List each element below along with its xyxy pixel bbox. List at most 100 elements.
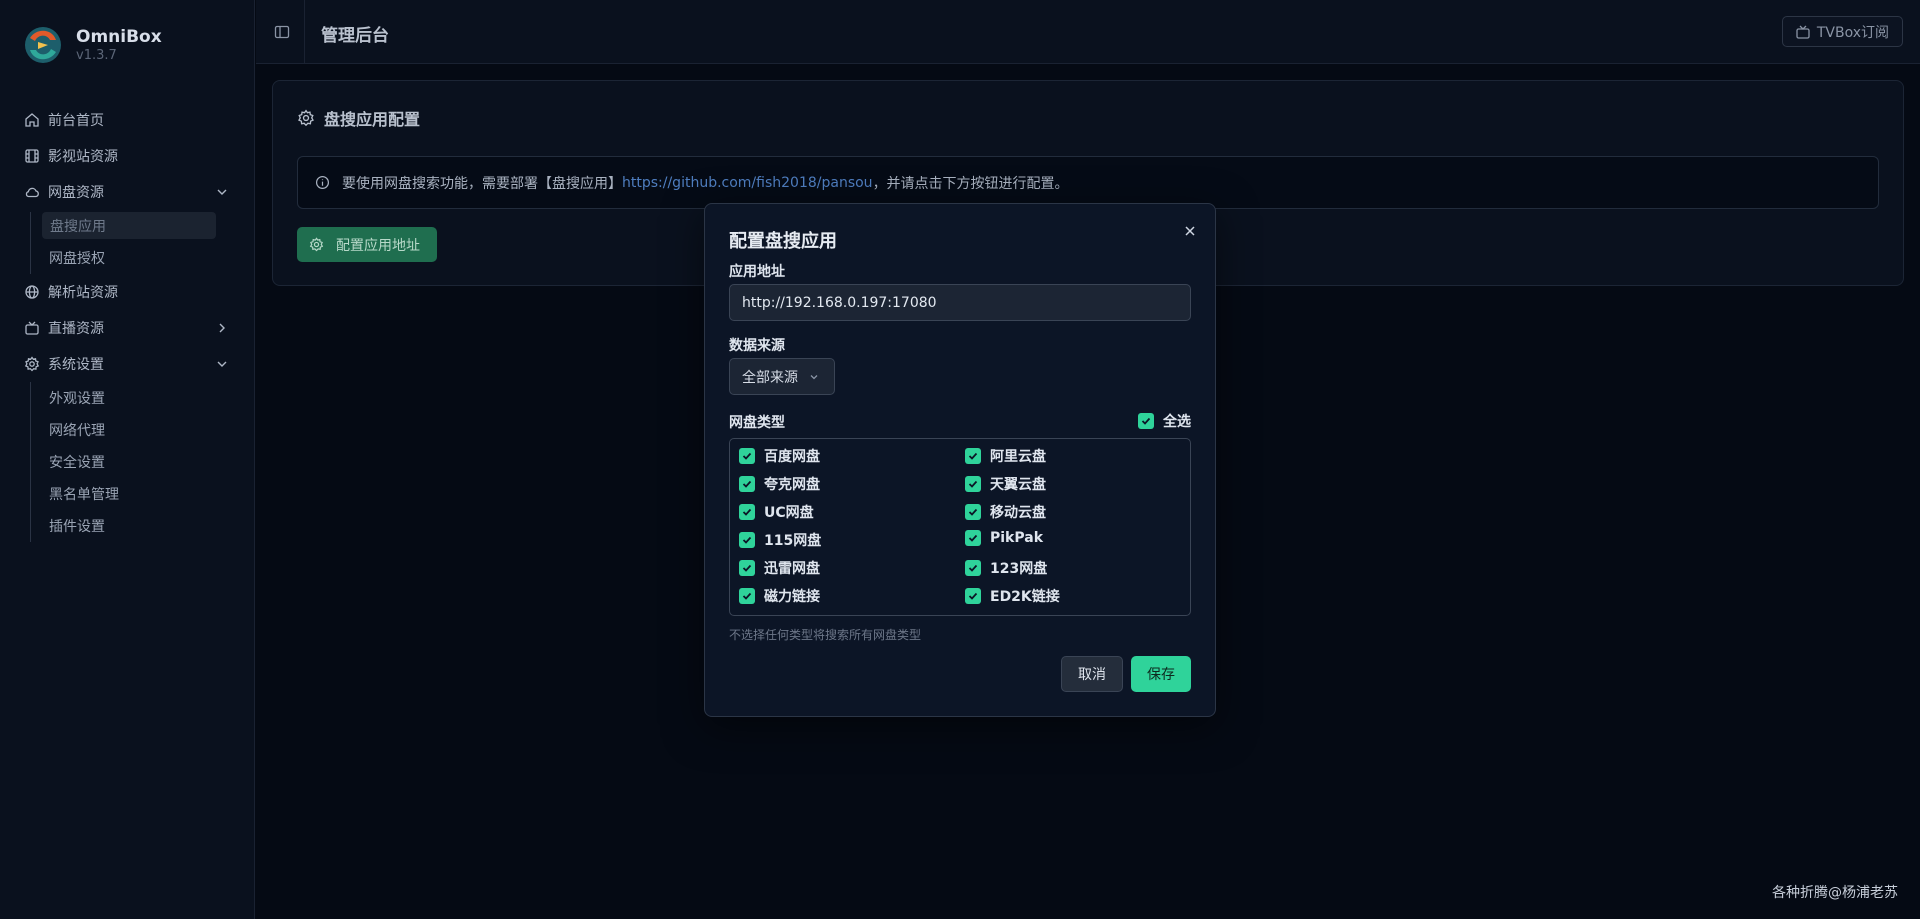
tv-icon [24, 320, 40, 336]
drive-type-label: 移动云盘 [990, 505, 1046, 521]
drive-type-label: 115网盘 [764, 533, 822, 549]
sidebar-item-label: 安全设置 [49, 455, 105, 471]
globe-icon [24, 284, 40, 300]
drive-type-checkbox[interactable]: PikPak [965, 530, 1043, 546]
sidebar-item-settings[interactable]: 系统设置 [0, 346, 255, 382]
drive-type-checkbox[interactable]: 磁力链接 [739, 586, 820, 606]
sidebar-item-proxy[interactable]: 网络代理 [31, 414, 255, 446]
sidebar-item-drive-auth[interactable]: 网盘授权 [31, 242, 255, 274]
data-source-select[interactable]: 全部来源 [729, 358, 835, 395]
tvbox-label: TVBox订阅 [1816, 24, 1889, 41]
sidebar-item-label: 网络代理 [49, 423, 105, 439]
top-header: 管理后台 TVBox订阅 [256, 0, 1920, 64]
brand-name: OmniBox [76, 27, 162, 47]
sidebar-item-home[interactable]: 前台首页 [0, 102, 255, 138]
omnibox-logo [25, 27, 61, 63]
drive-type-label: 百度网盘 [764, 449, 820, 465]
drive-type-checkbox[interactable]: 迅雷网盘 [739, 558, 820, 578]
drive-type-label: PikPak [990, 530, 1044, 546]
check-icon [1138, 413, 1154, 429]
header-divider [304, 0, 305, 64]
chevron-down-icon [217, 189, 227, 195]
types-label: 网盘类型 [729, 415, 785, 431]
check-icon [965, 560, 981, 576]
film-icon [24, 148, 40, 164]
drive-type-checkbox[interactable]: 123网盘 [965, 558, 1047, 578]
sidebar-item-label: 解析站资源 [48, 285, 118, 301]
sidebar-item-cloud-drives[interactable]: 网盘资源 [0, 174, 255, 210]
drive-type-checkbox[interactable]: UC网盘 [739, 502, 814, 522]
drive-type-checkbox[interactable]: 天翼云盘 [965, 474, 1046, 494]
check-icon [965, 448, 981, 464]
check-icon [739, 560, 755, 576]
chevron-right-icon [219, 323, 225, 333]
check-icon [739, 532, 755, 548]
check-icon [739, 588, 755, 604]
info-icon [315, 175, 330, 190]
tvbox-subscribe-button[interactable]: TVBox订阅 [1781, 16, 1903, 47]
drive-type-label: 迅雷网盘 [764, 561, 820, 577]
pansou-github-link[interactable]: https://github.com/fish2018/pansou [622, 175, 873, 191]
configure-button-label: 配置应用地址 [336, 237, 420, 254]
page-title: 管理后台 [321, 26, 389, 46]
sidebar-item-label: 网盘资源 [48, 185, 104, 201]
cloud-icon [24, 184, 40, 200]
chevron-down-icon [810, 374, 818, 379]
drive-type-checkbox[interactable]: 夸克网盘 [739, 474, 820, 494]
cancel-button[interactable]: 取消 [1061, 656, 1123, 692]
tv-icon [1796, 25, 1810, 39]
sidebar: OmniBox v1.3.7 前台首页 影视站资源 网盘资源 盘搜应用 网盘授权… [0, 0, 255, 919]
sidebar-item-video-sites[interactable]: 影视站资源 [0, 138, 255, 174]
select-all-checkbox[interactable]: 全选 [1138, 411, 1191, 431]
check-icon [965, 504, 981, 520]
sidebar-item-label: 盘搜应用 [50, 218, 106, 235]
check-icon [739, 448, 755, 464]
sidebar-item-appearance[interactable]: 外观设置 [31, 382, 255, 414]
app-url-input[interactable] [729, 284, 1191, 321]
gear-icon [309, 237, 324, 252]
sidebar-nav: 前台首页 影视站资源 网盘资源 盘搜应用 网盘授权 解析站资源 直播资源 系统设… [0, 102, 255, 542]
drive-type-checkbox[interactable]: 移动云盘 [965, 502, 1046, 522]
drive-type-label: ED2K链接 [990, 589, 1060, 605]
sidebar-item-label: 影视站资源 [48, 149, 118, 165]
settings-submenu: 外观设置 网络代理 安全设置 黑名单管理 插件设置 [30, 382, 255, 542]
drive-types-list: 百度网盘 阿里云盘夸克网盘 天翼云盘 UC网盘 移动云盘 115网盘 PikPak 迅雷网盘 1… [729, 438, 1191, 616]
drive-type-checkbox[interactable]: ED2K链接 [965, 586, 1060, 606]
sidebar-item-plugins[interactable]: 插件设置 [31, 510, 255, 542]
close-icon[interactable] [1183, 224, 1197, 238]
sidebar-item-label: 黑名单管理 [49, 487, 119, 503]
alert-text-prefix: 要使用网盘搜索功能，需要部署【盘搜应用】 [342, 175, 622, 192]
sidebar-item-label: 插件设置 [49, 519, 105, 535]
url-label: 应用地址 [729, 264, 785, 280]
sidebar-item-label: 网盘授权 [49, 251, 105, 267]
dialog-title: 配置盘搜应用 [729, 231, 837, 252]
sidebar-item-label: 前台首页 [48, 113, 104, 129]
drive-type-label: 阿里云盘 [990, 449, 1046, 465]
types-hint: 不选择任何类型将搜索所有网盘类型 [729, 628, 922, 642]
sidebar-item-parse-sites[interactable]: 解析站资源 [0, 274, 255, 310]
configure-app-url-button[interactable]: 配置应用地址 [297, 227, 437, 262]
drive-type-checkbox[interactable]: 百度网盘 [739, 446, 820, 466]
brand-version: v1.3.7 [76, 48, 117, 63]
chevron-down-icon [217, 361, 227, 367]
sidebar-toggle-icon[interactable] [274, 24, 290, 40]
cloud-drives-submenu: 盘搜应用 网盘授权 [30, 212, 255, 274]
drive-type-checkbox[interactable]: 115网盘 [739, 530, 821, 550]
watermark: 各种折腾@杨浦老苏 [1772, 885, 1898, 901]
sidebar-item-security[interactable]: 安全设置 [31, 446, 255, 478]
sidebar-item-blacklist[interactable]: 黑名单管理 [31, 478, 255, 510]
gear-icon [24, 356, 40, 372]
gear-icon [298, 109, 314, 127]
data-source-value: 全部来源 [742, 369, 798, 386]
drive-type-checkbox[interactable]: 阿里云盘 [965, 446, 1046, 466]
sidebar-item-live[interactable]: 直播资源 [0, 310, 255, 346]
check-icon [965, 588, 981, 604]
card-title: 盘搜应用配置 [297, 106, 420, 130]
sidebar-item-pansou[interactable]: 盘搜应用 [42, 212, 216, 239]
sidebar-item-label: 直播资源 [48, 321, 104, 337]
save-button[interactable]: 保存 [1131, 656, 1191, 692]
alert-text-suffix: ，并请点击下方按钮进行配置。 [872, 175, 1069, 192]
card-title-text: 盘搜应用配置 [324, 110, 421, 129]
brand[interactable]: OmniBox v1.3.7 [22, 24, 162, 66]
drive-type-label: 夸克网盘 [764, 477, 820, 493]
